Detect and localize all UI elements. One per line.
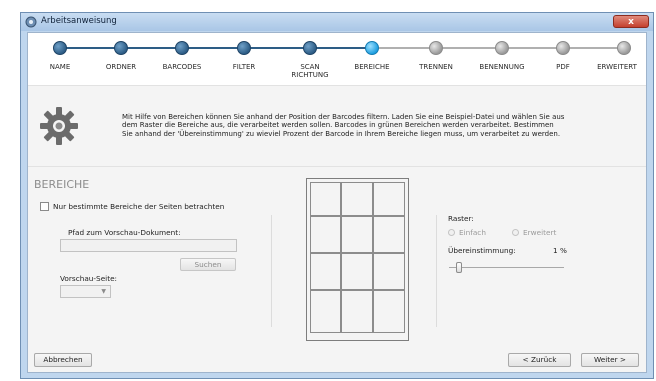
step-dot-scan-richtung[interactable] — [303, 41, 317, 55]
grid-cell[interactable] — [341, 290, 373, 333]
match-label: Übereinstimmung: — [448, 246, 516, 255]
grid-cell[interactable] — [310, 216, 341, 253]
gear-icon — [40, 107, 78, 145]
step-dot-bereiche[interactable] — [365, 41, 379, 55]
step-label-ordner: ORDNER — [105, 63, 137, 71]
areas-checkbox[interactable] — [40, 202, 49, 211]
window-title: Arbeitsanweisung — [41, 16, 117, 26]
preview-page-label: Vorschau-Seite: — [60, 274, 118, 283]
radio-einfach-label: Einfach — [459, 228, 486, 237]
step-label-scan-richtung: SCAN RICHTUNG — [291, 63, 329, 79]
grid-cell[interactable] — [373, 216, 405, 253]
section-title: BEREICHE — [34, 178, 90, 191]
step-label-filter: FILTER — [232, 63, 256, 71]
step-dot-ordner[interactable] — [114, 41, 128, 55]
info-text-line-3: Sie anhand der 'Übereinstimmung' zu wiev… — [122, 129, 561, 138]
step-dot-trennen[interactable] — [429, 41, 443, 55]
title-bar: Arbeitsanweisung x — [21, 13, 653, 31]
step-dot-pdf[interactable] — [556, 41, 570, 55]
cancel-button[interactable]: Abbrechen — [34, 353, 92, 367]
radio-einfach[interactable] — [448, 229, 455, 236]
step-label-name: NAME — [49, 63, 71, 71]
radio-erweitert[interactable] — [512, 229, 519, 236]
close-button[interactable]: x — [613, 15, 649, 28]
match-value: 1 % — [553, 246, 567, 255]
step-label-bereiche: BEREICHE — [354, 63, 390, 71]
step-label-erweitert: ERWEITERT — [597, 63, 637, 71]
wizard-stepper: NAME ORDNER BARCODES FILTER SCAN RICHTUN… — [28, 33, 646, 85]
grid-cell[interactable] — [373, 182, 405, 216]
app-icon — [25, 16, 37, 28]
progress-line-done — [60, 47, 378, 49]
search-button[interactable]: Suchen — [180, 258, 236, 271]
info-text-line-1: Mit Hilfe von Bereichen können Sie anhan… — [122, 113, 565, 121]
wizard-window: Arbeitsanweisung x NAME ORDNER BARCODES … — [20, 12, 654, 379]
step-dot-erweitert[interactable] — [617, 41, 631, 55]
info-text: Mit Hilfe von Bereichen können Sie anhan… — [122, 113, 627, 138]
chevron-down-icon: ▼ — [101, 288, 106, 295]
match-slider-track[interactable] — [449, 267, 564, 268]
divider-left — [271, 215, 272, 327]
area-raster-grid — [306, 178, 409, 341]
areas-checkbox-label: Nur bestimmte Bereiche der Seiten betrac… — [53, 202, 225, 211]
grid-cell[interactable] — [373, 253, 405, 290]
divider-right — [436, 215, 437, 327]
step-dot-benennung[interactable] — [495, 41, 509, 55]
next-button[interactable]: Weiter > — [581, 353, 639, 367]
raster-label: Raster: — [448, 214, 474, 223]
preview-path-label: Pfad zum Vorschau-Dokument: — [68, 228, 181, 237]
grid-cell[interactable] — [341, 253, 373, 290]
step-label-trennen: TRENNEN — [419, 63, 453, 71]
grid-cell[interactable] — [341, 216, 373, 253]
back-button[interactable]: < Zurück — [508, 353, 571, 367]
radio-erweitert-label: Erweitert — [523, 228, 557, 237]
step-dot-filter[interactable] — [237, 41, 251, 55]
preview-page-dropdown[interactable]: ▼ — [60, 285, 111, 298]
step-dot-barcodes[interactable] — [175, 41, 189, 55]
match-slider-thumb[interactable] — [456, 262, 462, 273]
step-label-pdf: PDF — [556, 63, 570, 71]
step-label-benennung: BENENNUNG — [479, 63, 525, 71]
grid-cell[interactable] — [310, 290, 341, 333]
step-dot-name[interactable] — [53, 41, 67, 55]
step-label-barcodes: BARCODES — [162, 63, 202, 71]
preview-path-input[interactable] — [60, 239, 237, 252]
grid-cell[interactable] — [310, 253, 341, 290]
grid-cell[interactable] — [341, 182, 373, 216]
grid-cell[interactable] — [310, 182, 341, 216]
wizard-client-area: NAME ORDNER BARCODES FILTER SCAN RICHTUN… — [27, 32, 647, 373]
info-text-line-2: dem Raster die Bereiche aus, die verarbe… — [122, 121, 554, 130]
grid-cell[interactable] — [373, 290, 405, 333]
info-panel: Mit Hilfe von Bereichen können Sie anhan… — [28, 85, 646, 167]
